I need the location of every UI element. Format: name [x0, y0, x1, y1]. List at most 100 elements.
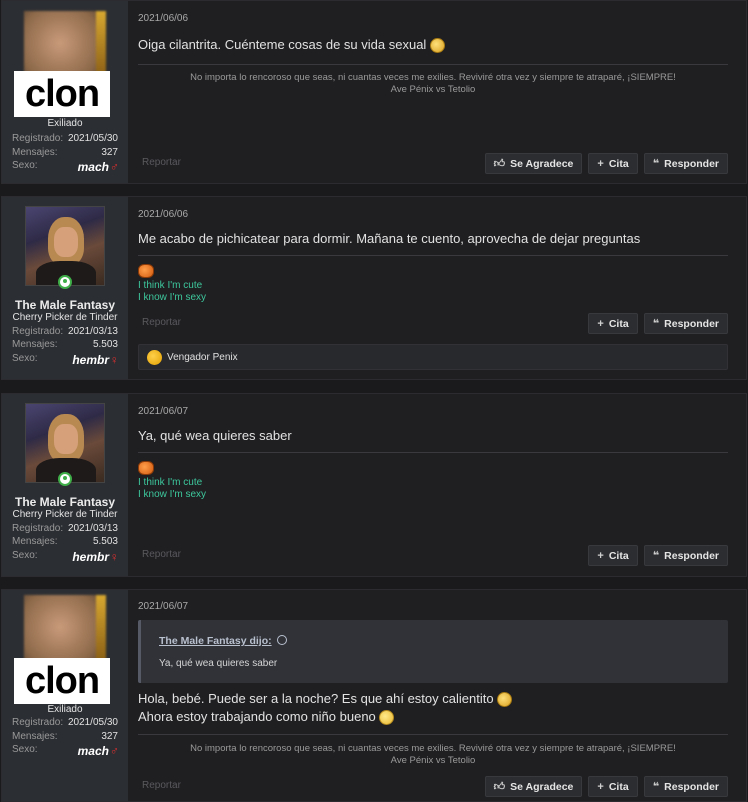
online-status-icon	[58, 275, 72, 289]
reply-button[interactable]: ❝ Responder	[643, 313, 728, 334]
arrow-up-icon[interactable]	[276, 635, 287, 645]
post-content: 2021/06/06 Me acabo de pichicatear para …	[128, 197, 746, 379]
post-actions: 👍︎ Se Agradece + Cita ❝ Responder	[484, 776, 728, 797]
report-link[interactable]: Reportar	[142, 780, 181, 791]
stat-label: Sexo:	[12, 744, 38, 755]
plus-icon: +	[597, 317, 604, 330]
username[interactable]: The Male Fantasy	[2, 495, 128, 509]
avatar[interactable]	[25, 403, 105, 483]
user-sidebar: The Male Fantasy Cherry Picker de Tinder…	[2, 197, 128, 379]
stat-label: Sexo:	[12, 353, 38, 364]
stat-value: 2021/05/30	[67, 133, 118, 144]
user-sidebar: The Male Fantasy Cherry Picker de Tinder…	[2, 394, 128, 576]
post: clon Exiliado Registrado: 2021/05/30 Mens…	[1, 0, 747, 184]
stat-label: Mensajes:	[12, 536, 58, 547]
user-sidebar: clon Exiliado Registrado: 2021/05/30 Mens…	[2, 1, 128, 183]
stat-value: 2021/03/13	[67, 523, 118, 534]
like-button[interactable]: 👍︎ Se Agradece	[484, 776, 583, 797]
signature: I think I'm cute I know I'm sexy	[138, 477, 207, 500]
post-body: Me acabo de pichicatear para dormir. Mañ…	[138, 231, 641, 246]
stat-label: Sexo:	[12, 160, 38, 171]
like-button[interactable]: 👍︎ Se Agradece	[484, 153, 583, 174]
post: The Male Fantasy Cherry Picker de Tinder…	[1, 393, 747, 577]
signature-divider	[138, 452, 728, 453]
stat-value: 5.503	[92, 536, 118, 547]
report-link[interactable]: Reportar	[142, 549, 181, 560]
stat-label: Mensajes:	[12, 147, 58, 158]
post-date[interactable]: 2021/06/07	[138, 406, 188, 417]
stat-registered: Registrado: 2021/05/30	[12, 133, 118, 144]
reactions-bar[interactable]: Vengador Penix	[138, 344, 728, 370]
stat-label: Registrado:	[12, 717, 64, 728]
signature-emoji-icon	[138, 461, 154, 475]
quote-button[interactable]: + Cita	[588, 545, 638, 566]
report-link[interactable]: Reportar	[142, 317, 181, 328]
stat-label: Mensajes:	[12, 339, 58, 350]
stat-label: Registrado:	[12, 523, 64, 534]
post: clon Exiliado Registrado: 2021/05/30 Mens…	[1, 589, 747, 802]
quote-text: Ya, qué wea quieres saber	[159, 658, 278, 669]
post-content: 2021/06/06 Oiga cilantrita. Cuénteme cos…	[128, 1, 746, 183]
plus-icon: +	[597, 780, 604, 793]
post-date[interactable]: 2021/06/07	[138, 601, 188, 612]
quote-marks-icon: ❝	[652, 158, 660, 170]
stat-messages: Mensajes: 327	[12, 147, 118, 158]
stat-label: Registrado:	[12, 326, 64, 337]
reaction-users[interactable]: Vengador Penix	[167, 352, 238, 363]
quote-marks-icon: ❝	[652, 781, 660, 793]
post-actions: + Cita ❝ Responder	[588, 545, 728, 566]
user-title: Cherry Picker de Tinder	[12, 312, 118, 323]
quote-button[interactable]: + Cita	[588, 153, 638, 174]
stat-label: Sexo:	[12, 550, 38, 561]
post-date[interactable]: 2021/06/06	[138, 13, 188, 24]
signature: No importa lo rencoroso que seas, ni cua…	[190, 72, 676, 95]
post-date[interactable]: 2021/06/06	[138, 209, 188, 220]
user-sidebar: clon Exiliado Registrado: 2021/05/30 Mens…	[2, 590, 128, 801]
username[interactable]: The Male Fantasy	[2, 298, 128, 312]
stat-value: 327	[101, 731, 118, 742]
stat-value: 2021/05/30	[67, 717, 118, 728]
plus-icon: +	[597, 157, 604, 170]
signature-divider	[138, 734, 728, 735]
stat-sex: Sexo: mach♂	[12, 744, 118, 758]
sex-badge: mach♂	[77, 160, 118, 174]
quote-marks-icon: ❝	[652, 318, 660, 330]
post-actions: + Cita ❝ Responder	[588, 313, 728, 334]
stat-registered: Registrado: 2021/03/13	[12, 326, 118, 337]
stat-messages: Mensajes: 5.503	[12, 339, 118, 350]
reply-button[interactable]: ❝ Responder	[643, 776, 728, 797]
signature-emoji-icon	[138, 264, 154, 278]
sex-badge: mach♂	[77, 744, 118, 758]
stat-value: 327	[101, 147, 118, 158]
post: The Male Fantasy Cherry Picker de Tinder…	[1, 196, 747, 380]
post-content: 2021/06/07 The Male Fantasy dijo: Ya, qu…	[128, 590, 746, 801]
quote-author-link[interactable]: The Male Fantasy dijo:	[159, 634, 287, 647]
stat-sex: Sexo: mach♂	[12, 160, 118, 174]
post-content: 2021/06/07 Ya, qué wea quieres saber I t…	[128, 394, 746, 576]
online-status-icon	[58, 472, 72, 486]
stat-label: Registrado:	[12, 133, 64, 144]
signature: I think I'm cute I know I'm sexy	[138, 280, 207, 303]
post-body: Hola, bebé. Puede ser a la noche? Es que…	[138, 690, 513, 726]
report-link[interactable]: Reportar	[142, 157, 181, 168]
stat-messages: Mensajes: 327	[12, 731, 118, 742]
stat-registered: Registrado: 2021/05/30	[12, 717, 118, 728]
signature-divider	[138, 255, 728, 256]
quote-button[interactable]: + Cita	[588, 313, 638, 334]
sex-badge: hembr♀	[72, 353, 118, 367]
thumbs-up-icon: 👍︎	[493, 158, 506, 170]
stat-sex: Sexo: hembr♀	[12, 550, 118, 564]
reply-button[interactable]: ❝ Responder	[643, 545, 728, 566]
reply-button[interactable]: ❝ Responder	[643, 153, 728, 174]
stat-messages: Mensajes: 5.503	[12, 536, 118, 547]
stat-registered: Registrado: 2021/03/13	[12, 523, 118, 534]
stat-label: Mensajes:	[12, 731, 58, 742]
drinking-emoji-icon	[497, 692, 513, 708]
avatar[interactable]	[25, 206, 105, 286]
user-title: Exiliado	[47, 704, 83, 715]
post-actions: 👍︎ Se Agradece + Cita ❝ Responder	[484, 153, 728, 174]
avatar-overlay-label: clon	[14, 71, 110, 117]
thinking-emoji-icon	[379, 710, 395, 726]
quote-button[interactable]: + Cita	[588, 776, 638, 797]
avatar-overlay-label: clon	[14, 658, 110, 704]
